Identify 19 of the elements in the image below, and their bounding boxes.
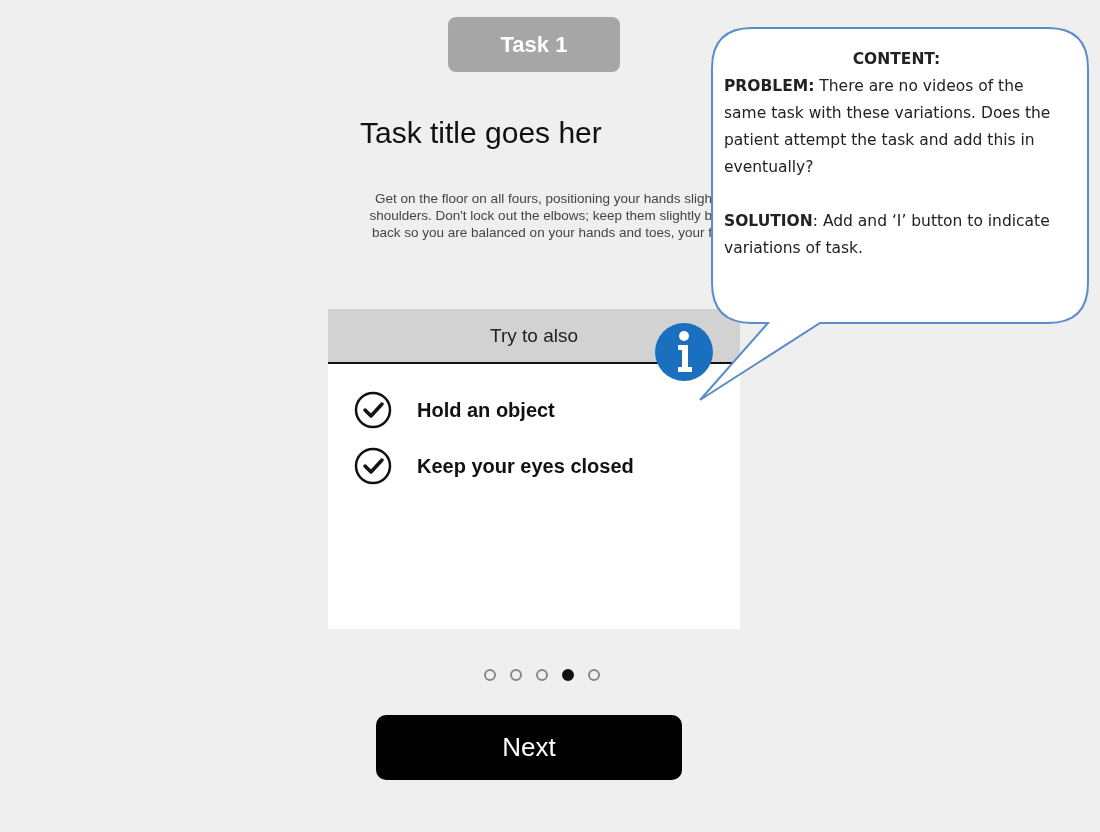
description-line: shoulders. Don't lock out the elbows; keep them slightly b <box>369 207 712 224</box>
check-circle-icon[interactable] <box>354 391 392 429</box>
description-line: Get on the floor on all fours, positioning your hands sligh <box>375 190 712 207</box>
card-header-title: Try to also <box>490 324 578 347</box>
item-label: Hold an object <box>417 398 555 422</box>
callout-paragraph: SOLUTION: Add and ‘I’ button to indicate variations of task. <box>724 211 1051 259</box>
task-title: Task title goes her <box>360 116 602 151</box>
item-label: Keep your eyes closed <box>417 454 634 478</box>
page-dot[interactable] <box>562 669 574 681</box>
page-dot[interactable] <box>588 669 600 681</box>
check-circle-icon[interactable] <box>354 447 392 485</box>
callout-heading: CONTENT: <box>851 49 942 70</box>
info-icon[interactable] <box>654 322 714 382</box>
page-dot[interactable] <box>536 669 548 681</box>
page-dot[interactable] <box>510 669 522 681</box>
task-badge: Task 1 <box>448 17 620 72</box>
page-dot[interactable] <box>484 669 496 681</box>
callout-paragraph: PROBLEM: There are no videos of the same task with these variations. Does the patient attempt the task and add this in eventually? <box>724 76 1052 178</box>
next-button[interactable]: Next <box>376 715 682 780</box>
